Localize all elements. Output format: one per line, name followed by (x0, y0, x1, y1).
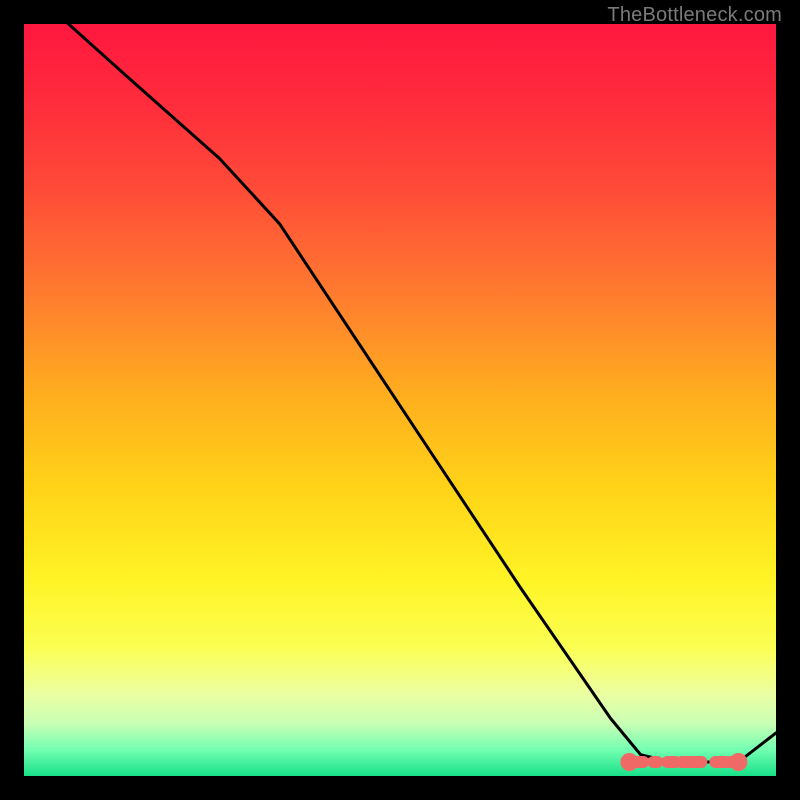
gradient-background (24, 24, 776, 776)
floor-start-marker-icon (620, 753, 638, 771)
end-marker-icon (729, 753, 747, 771)
chart-svg (24, 24, 776, 776)
chart-stage: TheBottleneck.com (0, 0, 800, 800)
chart-plot-area (24, 24, 776, 776)
watermark-text: TheBottleneck.com (607, 4, 782, 27)
